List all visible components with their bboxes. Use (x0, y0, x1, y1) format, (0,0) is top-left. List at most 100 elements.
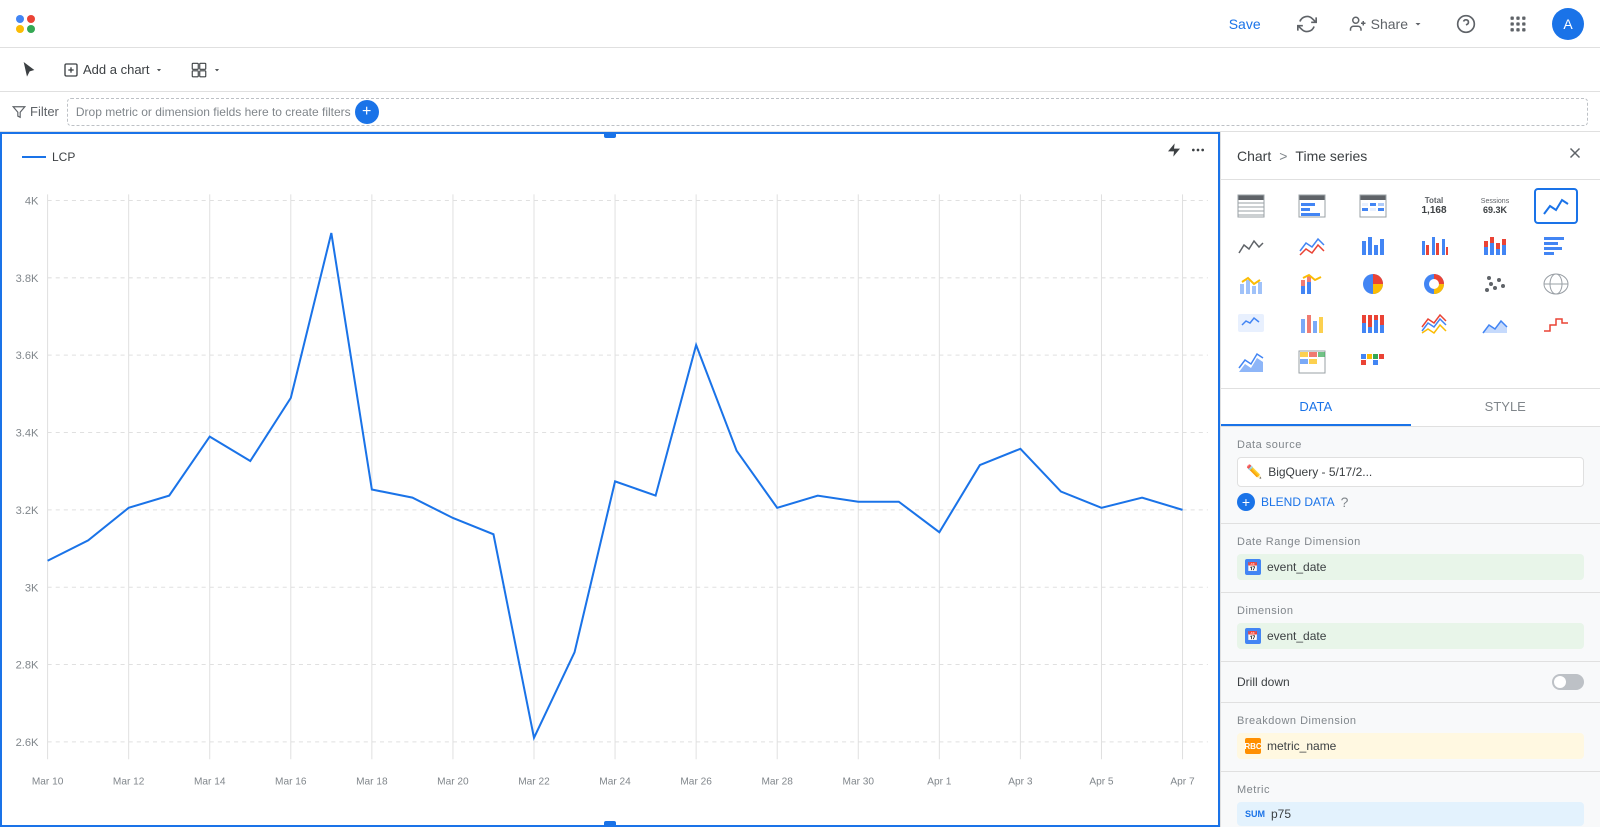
filter-drop-area[interactable]: Drop metric or dimension fields here to … (67, 98, 1588, 126)
chart-type-area-line[interactable] (1473, 305, 1517, 341)
chart-type-line2[interactable] (1290, 227, 1334, 263)
component-icon (190, 61, 208, 79)
svg-text:Apr 1: Apr 1 (927, 777, 952, 788)
blend-circle-icon: + (1237, 493, 1255, 511)
chart-type-stacked-bar[interactable] (1473, 227, 1517, 263)
chart-type-time-series[interactable] (1534, 188, 1578, 224)
svg-text:Apr 3: Apr 3 (1008, 777, 1033, 788)
chart-lightning-button[interactable] (1166, 142, 1182, 163)
panel-close-button[interactable] (1566, 144, 1584, 167)
tab-style[interactable]: STYLE (1411, 389, 1600, 426)
chart-type-table[interactable] (1229, 188, 1273, 224)
close-icon (1566, 144, 1584, 162)
date-range-label: Date Range Dimension (1237, 536, 1584, 548)
dropdown-icon (154, 65, 164, 75)
panel-header: Chart > Time series (1221, 132, 1600, 180)
more-icon (1190, 142, 1206, 158)
legend-label: LCP (52, 150, 75, 164)
pointer-tool[interactable] (12, 57, 46, 83)
filter-add-button[interactable]: + (355, 100, 379, 124)
svg-text:3.4K: 3.4K (16, 428, 39, 440)
refresh-button[interactable] (1289, 6, 1325, 42)
dimension-label: Dimension (1237, 605, 1584, 617)
chart-resize-top[interactable] (604, 132, 616, 138)
date-range-section: Date Range Dimension 📅 event_date (1221, 524, 1600, 593)
chart-type-geo-map[interactable] (1229, 305, 1273, 341)
drill-down-section: Drill down (1221, 662, 1600, 703)
chart-type-percent-bar[interactable] (1351, 305, 1395, 341)
svg-text:Apr 7: Apr 7 (1170, 777, 1195, 788)
chart-type-horizontal-bar[interactable] (1534, 227, 1578, 263)
chart-type-area-bar[interactable] (1290, 305, 1334, 341)
chart-type-combo-bar-line[interactable] (1229, 266, 1273, 302)
chart-type-stacked-bar-line[interactable] (1290, 266, 1334, 302)
share-button[interactable]: Share (1341, 9, 1432, 39)
chart-header (1166, 142, 1206, 163)
dimension-calendar-icon: 📅 (1245, 628, 1261, 644)
svg-text:3K: 3K (25, 582, 39, 594)
chart-type-donut[interactable] (1412, 266, 1456, 302)
component-tool[interactable] (181, 56, 231, 84)
chart-type-scorecard-sessions[interactable]: Sessions 69.3K (1473, 188, 1517, 224)
chart-type-stepped[interactable] (1534, 305, 1578, 341)
lightning-icon (1166, 142, 1182, 158)
date-range-field[interactable]: 📅 event_date (1237, 554, 1584, 580)
svg-text:3.2K: 3.2K (16, 505, 39, 517)
svg-text:Apr 5: Apr 5 (1089, 777, 1114, 788)
blend-data-button[interactable]: + BLEND DATA ? (1237, 493, 1584, 511)
nav-actions: Save Share (1217, 6, 1584, 42)
chart-type-block-bar[interactable] (1351, 344, 1395, 380)
drill-down-toggle[interactable] (1552, 674, 1584, 690)
dimension-section: Dimension 📅 event_date (1221, 593, 1600, 662)
chart-type-selector: Total 1,168 Sessions 69.3K (1221, 180, 1600, 389)
pencil-icon: ✏️ (1246, 464, 1262, 480)
chart-type-grouped-bar[interactable] (1412, 227, 1456, 263)
svg-text:Mar 18: Mar 18 (356, 777, 388, 788)
dimension-field[interactable]: 📅 event_date (1237, 623, 1584, 649)
svg-text:4K: 4K (25, 196, 39, 208)
rbc-icon: RBC (1245, 738, 1261, 754)
chart-type-multi-line[interactable] (1412, 305, 1456, 341)
data-source-section: Data source ✏️ BigQuery - 5/17/2... + BL… (1221, 427, 1600, 524)
svg-text:3.6K: 3.6K (16, 350, 39, 362)
breakdown-field[interactable]: RBC metric_name (1237, 733, 1584, 759)
chart-type-scorecard-total[interactable]: Total 1,168 (1412, 188, 1456, 224)
chart-type-table-bars[interactable] (1290, 188, 1334, 224)
tab-data[interactable]: DATA (1221, 389, 1411, 426)
right-panel: Chart > Time series (1220, 132, 1600, 827)
svg-text:2.8K: 2.8K (16, 660, 39, 672)
chart-type-area-stacked[interactable] (1229, 344, 1273, 380)
metric-field[interactable]: SUM p75 (1237, 802, 1584, 826)
panel-title: Chart > Time series (1237, 148, 1367, 164)
help-button[interactable] (1448, 6, 1484, 42)
chart-type-color-table[interactable] (1290, 344, 1334, 380)
chart-area: LCP 4K 3.8K 3.6K 3.4K 3.2K 3K 2.8K 2.6K (0, 132, 1220, 827)
save-button[interactable]: Save (1217, 10, 1273, 38)
chart-type-pie[interactable] (1351, 266, 1395, 302)
app-logo (16, 15, 35, 33)
chart-type-table-heat[interactable] (1351, 188, 1395, 224)
chart-type-scatter[interactable] (1473, 266, 1517, 302)
svg-text:Mar 26: Mar 26 (680, 777, 712, 788)
chart-type-sparkline[interactable] (1229, 227, 1273, 263)
chart-legend: LCP (22, 150, 75, 164)
add-chart-button[interactable]: Add a chart (54, 57, 173, 83)
data-source-row[interactable]: ✏️ BigQuery - 5/17/2... (1237, 457, 1584, 487)
chart-type-bar[interactable] (1351, 227, 1395, 263)
svg-text:2.6K: 2.6K (16, 737, 39, 749)
svg-text:Mar 24: Mar 24 (599, 777, 631, 788)
avatar[interactable]: A (1552, 8, 1584, 40)
add-chart-icon (63, 62, 79, 78)
chart-resize-bottom[interactable] (604, 821, 616, 827)
data-source-label: Data source (1237, 439, 1584, 451)
blend-help-icon[interactable]: ? (1341, 494, 1349, 510)
chart-more-button[interactable] (1190, 142, 1206, 163)
breakdown-label: Breakdown Dimension (1237, 715, 1584, 727)
chart-svg: 4K 3.8K 3.6K 3.4K 3.2K 3K 2.8K 2.6K (2, 174, 1218, 805)
calendar-icon: 📅 (1245, 559, 1261, 575)
apps-button[interactable] (1500, 6, 1536, 42)
metric-label: Metric (1237, 784, 1584, 796)
svg-text:Mar 16: Mar 16 (275, 777, 307, 788)
top-nav: Save Share (0, 0, 1600, 48)
chart-type-map[interactable] (1534, 266, 1578, 302)
